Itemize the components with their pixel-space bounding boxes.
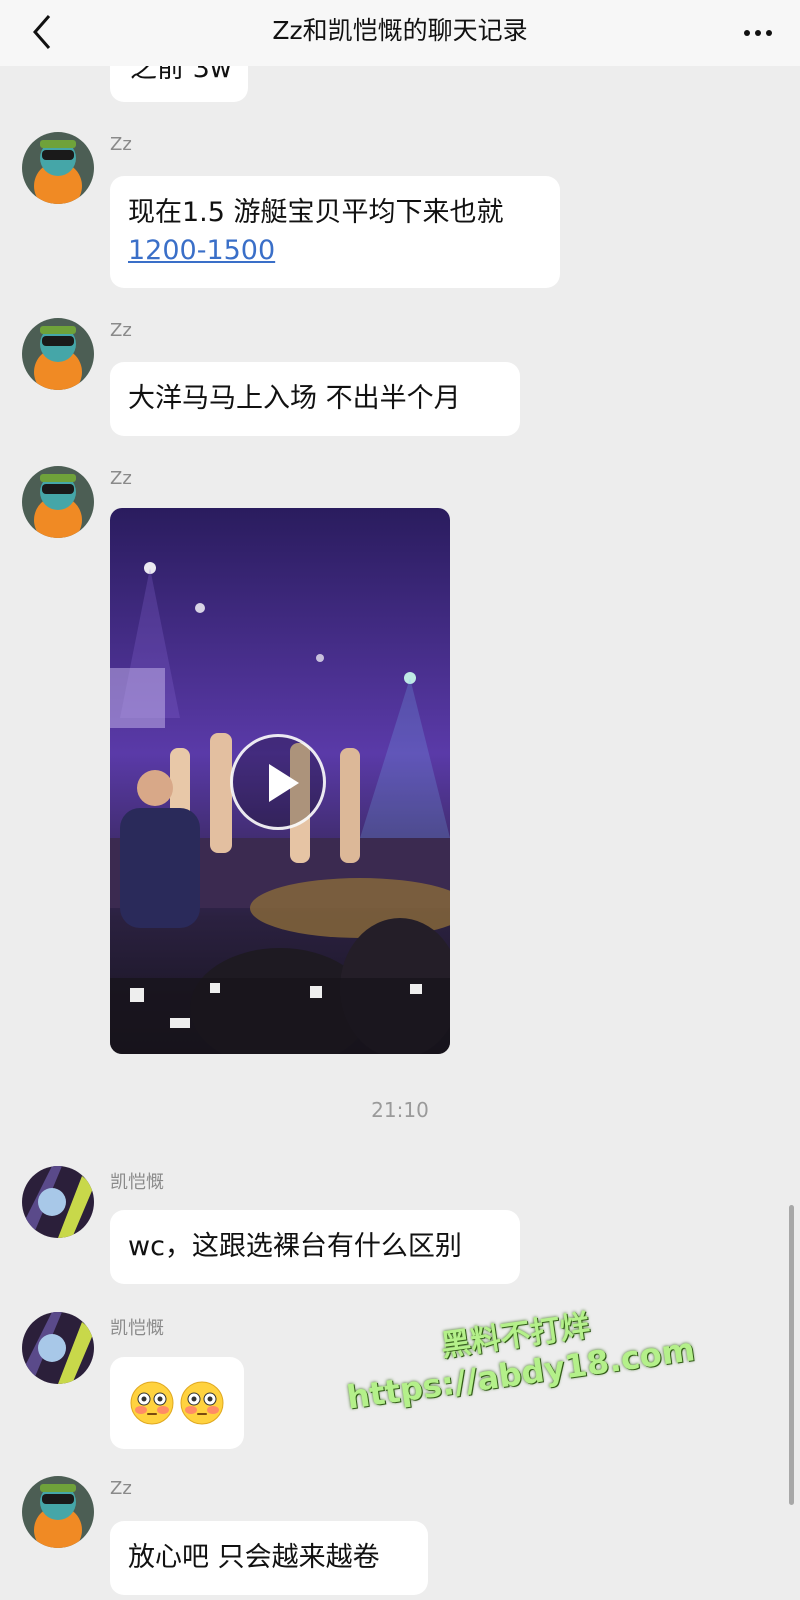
timestamp: 21:10 <box>371 1098 429 1122</box>
message-text: 放心吧 只会越来越卷 <box>128 1542 380 1573</box>
avatar-character-icon <box>22 1166 94 1238</box>
play-icon[interactable] <box>230 734 326 830</box>
chat-header: Zz和凯恺慨的聊天记录 <box>0 0 800 66</box>
message-bubble[interactable]: 大洋马马上入场 不出半个月 <box>110 362 520 436</box>
flushed-face-icon <box>130 1381 174 1425</box>
emoji-bubble[interactable] <box>110 1357 244 1449</box>
message-link[interactable]: 1200-1500 <box>128 232 542 270</box>
sender-name: Zz <box>110 468 132 489</box>
flushed-face-icon <box>180 1381 224 1425</box>
avatar-zz[interactable] <box>22 318 94 390</box>
avatar-character-icon <box>22 1312 94 1384</box>
video-message[interactable] <box>110 508 450 1054</box>
avatar-zz[interactable] <box>22 1476 94 1548</box>
sender-name: Zz <box>110 134 132 155</box>
chat-title: Zz和凯恺慨的聊天记录 <box>272 16 528 45</box>
avatar-turtle-icon <box>22 1476 94 1548</box>
sender-name: Zz <box>110 320 132 341</box>
avatar-zz[interactable] <box>22 466 94 538</box>
avatar-turtle-icon <box>22 132 94 204</box>
avatar-zz[interactable] <box>22 132 94 204</box>
sender-name: Zz <box>110 1478 132 1499</box>
more-options-button[interactable] <box>736 18 780 48</box>
message-text: wc，这跟选裸台有什么区别 <box>128 1231 462 1262</box>
message-text: 大洋马马上入场 不出半个月 <box>128 383 461 414</box>
sender-name: 凯恺慨 <box>110 1318 164 1339</box>
avatar-turtle-icon <box>22 466 94 538</box>
avatar-kaikaikai[interactable] <box>22 1166 94 1238</box>
sender-name: 凯恺慨 <box>110 1172 164 1193</box>
message-bubble[interactable]: wc，这跟选裸台有什么区别 <box>110 1210 520 1284</box>
message-bubble[interactable]: 放心吧 只会越来越卷 <box>110 1521 428 1595</box>
message-bubble[interactable]: 现在1.5 游艇宝贝平均下来也就 1200-1500 <box>110 176 560 288</box>
message-text: 现在1.5 游艇宝贝平均下来也就 <box>128 197 504 228</box>
scrollbar[interactable] <box>789 1205 794 1505</box>
watermark: 黑料不打烊 https://abdy18.com <box>335 1295 704 1434</box>
avatar-kaikaikai[interactable] <box>22 1312 94 1384</box>
more-dots-icon <box>744 30 750 36</box>
avatar-turtle-icon <box>22 318 94 390</box>
